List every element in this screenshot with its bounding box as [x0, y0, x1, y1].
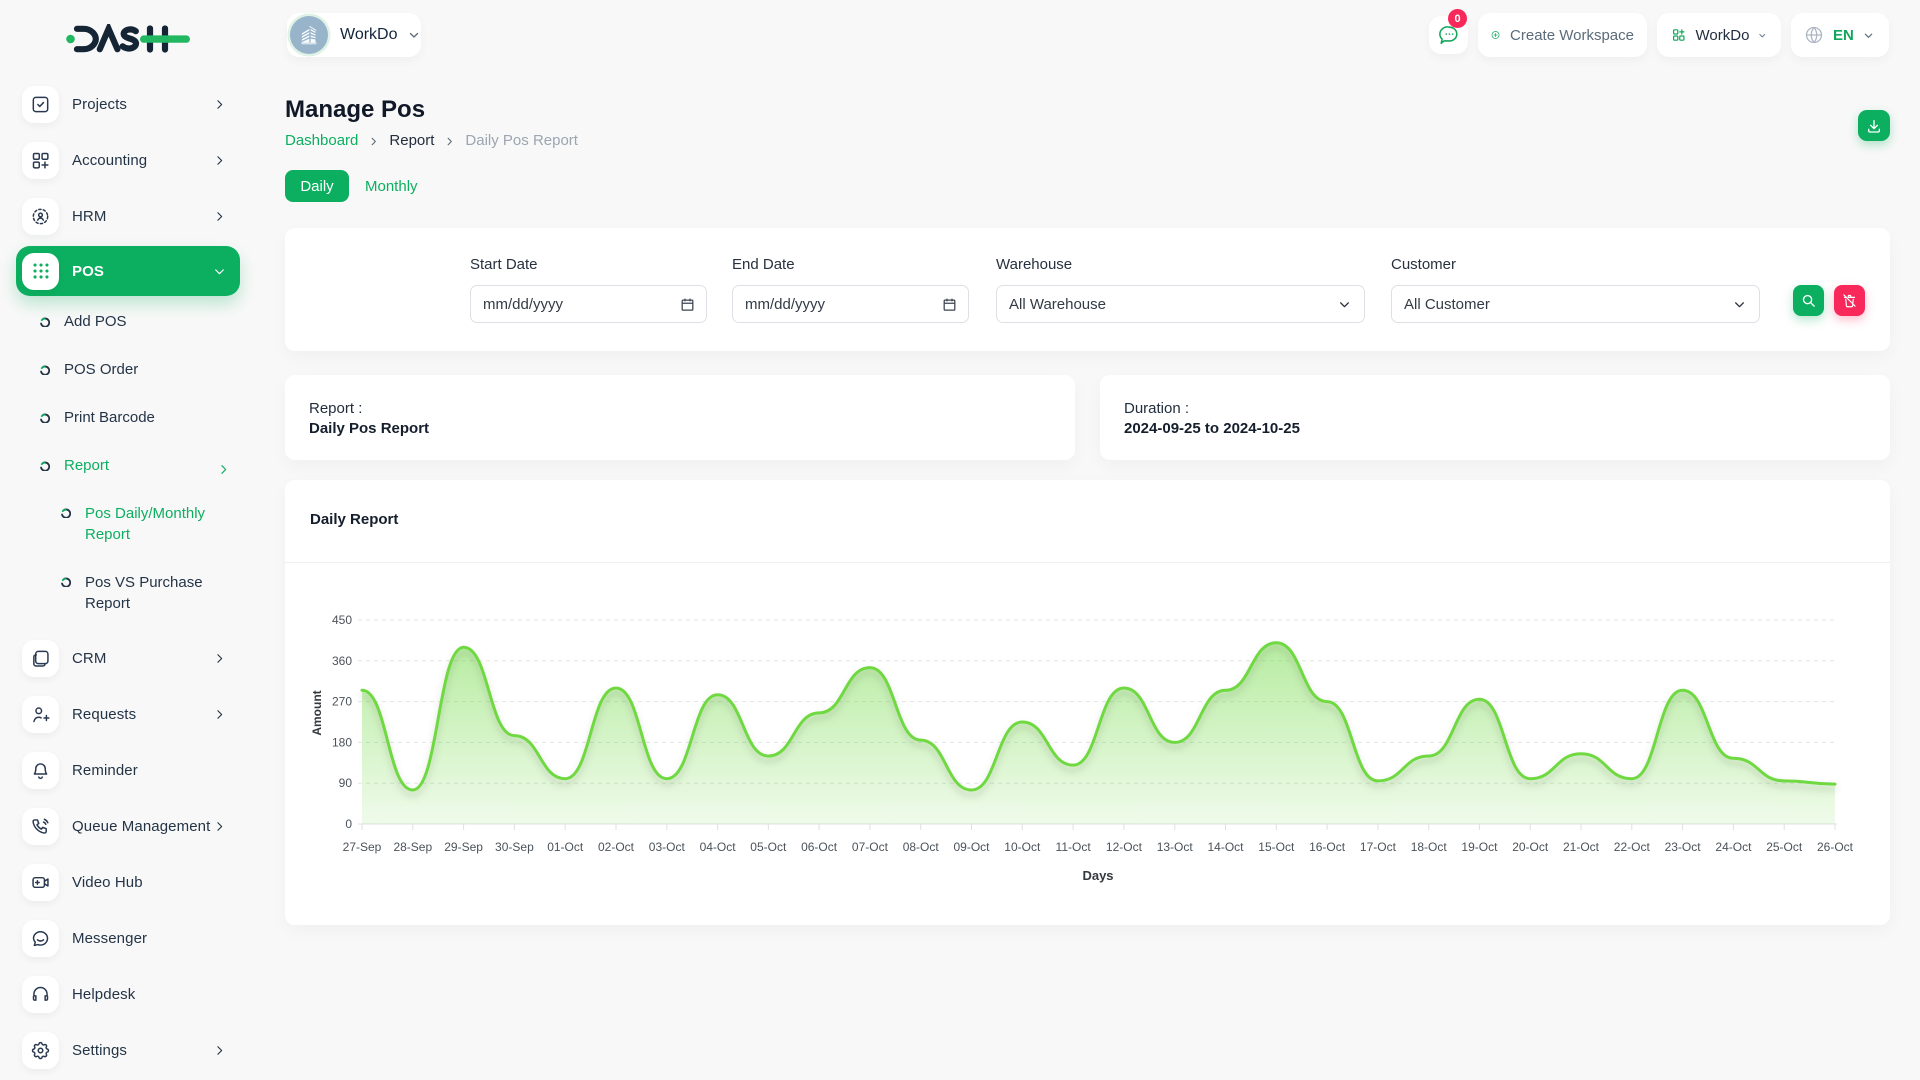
svg-text:11-Oct: 11-Oct — [1056, 840, 1092, 854]
svg-text:30-Sep: 30-Sep — [495, 840, 534, 854]
svg-text:23-Oct: 23-Oct — [1665, 840, 1702, 854]
svg-text:450: 450 — [332, 613, 352, 627]
svg-text:08-Oct: 08-Oct — [903, 840, 940, 854]
svg-text:13-Oct: 13-Oct — [1157, 840, 1194, 854]
svg-text:20-Oct: 20-Oct — [1512, 840, 1549, 854]
svg-text:27-Sep: 27-Sep — [343, 840, 382, 854]
svg-text:10-Oct: 10-Oct — [1004, 840, 1041, 854]
svg-text:Amount: Amount — [310, 690, 324, 735]
svg-text:15-Oct: 15-Oct — [1258, 840, 1295, 854]
svg-text:180: 180 — [332, 735, 352, 749]
svg-text:21-Oct: 21-Oct — [1563, 840, 1600, 854]
svg-text:02-Oct: 02-Oct — [598, 840, 635, 854]
svg-text:04-Oct: 04-Oct — [700, 840, 737, 854]
svg-text:06-Oct: 06-Oct — [801, 840, 838, 854]
svg-text:0: 0 — [345, 817, 352, 831]
svg-text:07-Oct: 07-Oct — [852, 840, 889, 854]
svg-text:26-Oct: 26-Oct — [1817, 840, 1854, 854]
svg-text:14-Oct: 14-Oct — [1207, 840, 1244, 854]
svg-text:05-Oct: 05-Oct — [750, 840, 787, 854]
svg-text:29-Sep: 29-Sep — [444, 840, 483, 854]
svg-text:16-Oct: 16-Oct — [1309, 840, 1346, 854]
svg-text:12-Oct: 12-Oct — [1106, 840, 1143, 854]
svg-text:01-Oct: 01-Oct — [547, 840, 584, 854]
svg-text:360: 360 — [332, 654, 352, 668]
svg-text:09-Oct: 09-Oct — [953, 840, 990, 854]
svg-text:Days: Days — [1082, 868, 1113, 883]
svg-text:28-Sep: 28-Sep — [393, 840, 432, 854]
svg-text:22-Oct: 22-Oct — [1614, 840, 1651, 854]
svg-text:24-Oct: 24-Oct — [1715, 840, 1752, 854]
svg-text:19-Oct: 19-Oct — [1461, 840, 1498, 854]
svg-text:03-Oct: 03-Oct — [649, 840, 686, 854]
svg-text:90: 90 — [339, 776, 353, 790]
svg-text:25-Oct: 25-Oct — [1766, 840, 1803, 854]
svg-text:17-Oct: 17-Oct — [1360, 840, 1397, 854]
svg-text:18-Oct: 18-Oct — [1411, 840, 1448, 854]
svg-text:270: 270 — [332, 695, 352, 709]
